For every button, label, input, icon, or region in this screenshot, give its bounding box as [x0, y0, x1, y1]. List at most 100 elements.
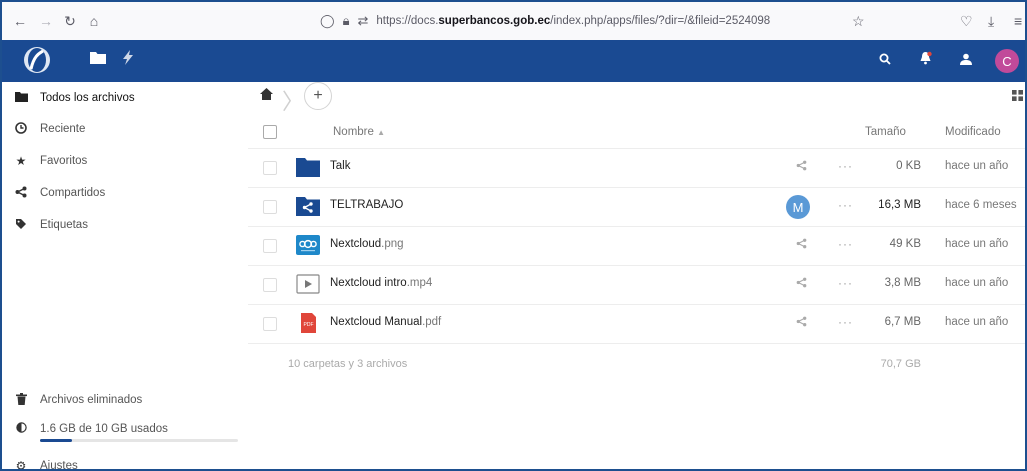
shared-by-avatar[interactable]: M	[786, 195, 810, 219]
table-row[interactable]: TELTRABAJO M ··· 16,3 MB hace 6 meses	[248, 187, 1025, 227]
url-text[interactable]: https://docs.superbancos.gob.ec/index.ph…	[376, 15, 770, 27]
contacts-icon[interactable]	[959, 52, 973, 69]
superbancos-logo[interactable]	[22, 45, 52, 75]
user-avatar[interactable]: C	[995, 49, 1019, 73]
gear-icon: ⚙	[15, 459, 27, 471]
quota-text: 1.6 GB de 10 GB usados	[40, 423, 168, 435]
sidebar-item-shared[interactable]: Compartidos	[2, 179, 248, 207]
sidebar-item-tags[interactable]: Etiquetas	[2, 211, 248, 239]
share-icon	[14, 186, 28, 201]
file-size: 3,8 MB	[884, 277, 921, 289]
grid-view-icon[interactable]	[1012, 90, 1023, 104]
menu-icon[interactable]: ≡	[1014, 13, 1022, 29]
share-icon[interactable]	[796, 160, 807, 174]
back-icon[interactable]: ←	[12, 13, 28, 29]
file-size: 6,7 MB	[884, 316, 921, 328]
share-icon[interactable]	[796, 238, 807, 252]
row-checkbox[interactable]	[263, 278, 277, 292]
forward-icon[interactable]: →	[38, 13, 54, 29]
sidebar-item-settings[interactable]: ⚙ Ajustes	[2, 452, 248, 471]
quota-pie-icon	[14, 422, 28, 436]
files-content: 〉 + Nombre ▲ Tamaño Modificado Talk ··· …	[248, 82, 1025, 469]
tracking-shield-icon[interactable]: ◯	[320, 13, 335, 29]
sidebar-item-label: Etiquetas	[40, 219, 88, 231]
pocket-icon[interactable]: ♡	[960, 13, 973, 30]
downloads-icon[interactable]: ⤓	[988, 13, 994, 30]
table-row[interactable]: Nextcloud.png ··· 49 KB hace un año	[248, 226, 1025, 266]
browser-window: ← → ↻ ⌂ ◯ 🔒︎ ⇄ https://docs.superbancos.…	[0, 0, 1027, 471]
row-checkbox[interactable]	[263, 200, 277, 214]
table-header: Nombre ▲ Tamaño Modificado	[248, 118, 1025, 149]
breadcrumb-home-icon[interactable]	[260, 88, 273, 103]
file-size: 49 KB	[889, 238, 921, 250]
address-bar[interactable]: ◯ 🔒︎ ⇄ https://docs.superbancos.gob.ec/i…	[320, 8, 882, 34]
sidebar-item-label: Archivos eliminados	[40, 394, 143, 406]
activity-icon[interactable]	[122, 50, 134, 69]
sidebar-item-favorites[interactable]: ★ Favoritos	[2, 147, 248, 175]
file-modified: hace un año	[945, 238, 1009, 250]
share-icon[interactable]	[796, 316, 807, 330]
lock-icon[interactable]: 🔒︎	[343, 13, 350, 29]
files-summary: 10 carpetas y 3 archivos	[288, 358, 408, 370]
bookmark-star-icon[interactable]: ☆	[852, 13, 865, 30]
tag-icon	[14, 218, 28, 233]
quota-bar	[40, 439, 238, 442]
more-actions-icon[interactable]: ···	[838, 159, 853, 173]
share-icon[interactable]	[796, 277, 807, 291]
new-file-button[interactable]: +	[304, 82, 332, 110]
table-row[interactable]: PDF Nextcloud Manual.pdf ··· 6,7 MB hace…	[248, 304, 1025, 344]
file-name[interactable]: Nextcloud Manual.pdf	[330, 316, 441, 328]
permissions-icon[interactable]: ⇄	[357, 13, 368, 29]
more-actions-icon[interactable]: ···	[838, 198, 853, 212]
file-name[interactable]: Talk	[330, 160, 350, 172]
sidebar-item-label: Todos los archivos	[40, 92, 135, 104]
total-size: 70,7 GB	[880, 358, 921, 370]
browser-toolbar: ← → ↻ ⌂ ◯ 🔒︎ ⇄ https://docs.superbancos.…	[2, 2, 1025, 41]
video-icon	[296, 274, 320, 294]
select-all-checkbox[interactable]	[263, 125, 277, 139]
file-name[interactable]: Nextcloud.png	[330, 238, 404, 250]
clock-icon	[14, 121, 28, 137]
files-icon[interactable]	[90, 51, 106, 68]
file-modified: hace un año	[945, 277, 1009, 289]
trash-icon	[14, 392, 28, 408]
folder-icon	[14, 91, 28, 105]
file-size: 16,3 MB	[878, 199, 921, 211]
column-size[interactable]: Tamaño	[865, 126, 906, 138]
row-checkbox[interactable]	[263, 161, 277, 175]
file-name[interactable]: Nextcloud intro.mp4	[330, 277, 432, 289]
sidebar-item-label: Ajustes	[40, 460, 78, 471]
table-row[interactable]: Nextcloud intro.mp4 ··· 3,8 MB hace un a…	[248, 265, 1025, 305]
row-checkbox[interactable]	[263, 317, 277, 331]
file-size: 0 KB	[896, 160, 921, 172]
notifications-icon[interactable]	[919, 51, 932, 69]
sidebar-item-recent[interactable]: Reciente	[2, 115, 248, 143]
file-name[interactable]: TELTRABAJO	[330, 199, 403, 211]
sidebar-item-deleted-files[interactable]: Archivos eliminados	[2, 386, 248, 414]
app-header: C	[2, 40, 1025, 82]
breadcrumb-separator-icon: 〉	[282, 89, 305, 114]
column-modified[interactable]: Modificado	[945, 126, 1001, 138]
file-modified: hace un año	[945, 316, 1009, 328]
star-icon: ★	[15, 154, 27, 168]
sidebar: Todos los archivos Reciente ★ Favoritos …	[2, 82, 249, 469]
file-modified: hace 6 meses	[945, 199, 1017, 211]
column-name[interactable]: Nombre ▲	[333, 126, 385, 138]
shared-folder-icon	[296, 197, 320, 216]
svg-text:PDF: PDF	[304, 322, 314, 328]
folder-icon	[296, 158, 320, 177]
more-actions-icon[interactable]: ···	[838, 315, 853, 329]
home-icon[interactable]: ⌂	[86, 13, 102, 29]
file-modified: hace un año	[945, 160, 1009, 172]
sort-asc-icon: ▲	[377, 128, 386, 137]
sidebar-item-label: Favoritos	[40, 155, 88, 167]
more-actions-icon[interactable]: ···	[838, 237, 853, 251]
search-icon[interactable]	[879, 52, 891, 69]
table-row[interactable]: Talk ··· 0 KB hace un año	[248, 148, 1025, 188]
sidebar-item-all-files[interactable]: Todos los archivos	[2, 84, 248, 112]
reload-icon[interactable]: ↻	[62, 13, 78, 29]
sidebar-item-label: Reciente	[40, 123, 86, 135]
quota-bar-fill	[40, 439, 72, 442]
row-checkbox[interactable]	[263, 239, 277, 253]
more-actions-icon[interactable]: ···	[838, 276, 853, 290]
